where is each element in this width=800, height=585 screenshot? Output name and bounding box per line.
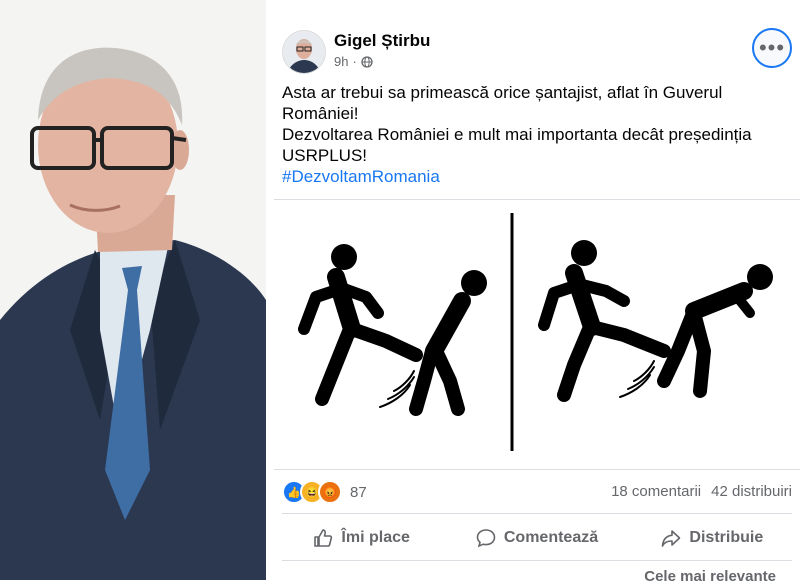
more-options-icon: ••• [758, 35, 786, 60]
post-text-line: USRPLUS! [282, 146, 368, 165]
right-motion-lines [619, 360, 655, 398]
author-avatar[interactable] [282, 30, 326, 74]
post-meta: 9h · [334, 54, 373, 69]
globe-icon [361, 55, 373, 68]
profile-photo [0, 0, 266, 580]
angry-reaction-icon: 😡 [318, 480, 342, 504]
post-text-line: Dezvoltarea României e mult mai importan… [282, 125, 752, 144]
post-stats: 👍 😆 😡 87 18 comentarii 42 distribuiri [282, 480, 792, 504]
post-image[interactable] [274, 201, 800, 469]
post-text-line: Asta ar trebui sa primească orice șantaj… [282, 83, 723, 102]
share-arrow-icon [662, 530, 681, 547]
comments-count-link[interactable]: 18 comentarii [611, 483, 701, 500]
kicking-figures-image [298, 213, 773, 451]
left-motion-lines [379, 370, 415, 408]
post-actions: Îmi place Comentează Distribuie [274, 518, 800, 558]
comments-sort-label: Cele mai relevante [644, 568, 776, 585]
meta-separator: · [352, 54, 357, 69]
engagement-counts: 18 comentarii 42 distribuiri [611, 483, 792, 500]
more-options-button[interactable]: ••• [752, 28, 792, 68]
share-button[interactable]: Distribuie [625, 518, 800, 558]
photo-gap [266, 0, 274, 580]
like-button[interactable]: Îmi place [274, 518, 449, 558]
comment-label: Comentează [503, 529, 599, 546]
left-kicked-figure [409, 270, 487, 416]
thumbs-up-icon [314, 529, 333, 547]
like-label: Îmi place [341, 529, 410, 546]
post-text: Asta ar trebui sa primească orice șantaj… [282, 82, 782, 187]
actions-top-border [282, 513, 792, 514]
left-kicker-figure [298, 244, 423, 406]
image-bottom-border [274, 469, 800, 470]
hashtag-link[interactable]: #DezvoltamRomania [282, 166, 782, 187]
post-text-line: României! [282, 104, 359, 123]
reactions-summary[interactable]: 👍 😆 😡 87 [282, 480, 367, 504]
right-kicked-figure [657, 264, 773, 398]
facebook-post: Gigel Știrbu 9h · ••• Asta ar trebui sa … [274, 0, 800, 585]
person-photo-illustration [0, 0, 266, 580]
reaction-count: 87 [350, 483, 367, 501]
comment-button[interactable]: Comentează [449, 518, 624, 558]
actions-bottom-border [282, 560, 792, 561]
post-time[interactable]: 9h [334, 54, 348, 69]
image-top-border [274, 199, 800, 200]
shares-count-link[interactable]: 42 distribuiri [711, 483, 792, 500]
share-label: Distribuie [689, 529, 764, 546]
comments-sort-dropdown[interactable]: Cele mai relevante [644, 568, 776, 585]
author-name[interactable]: Gigel Știrbu [334, 31, 430, 51]
comment-icon [476, 529, 496, 548]
